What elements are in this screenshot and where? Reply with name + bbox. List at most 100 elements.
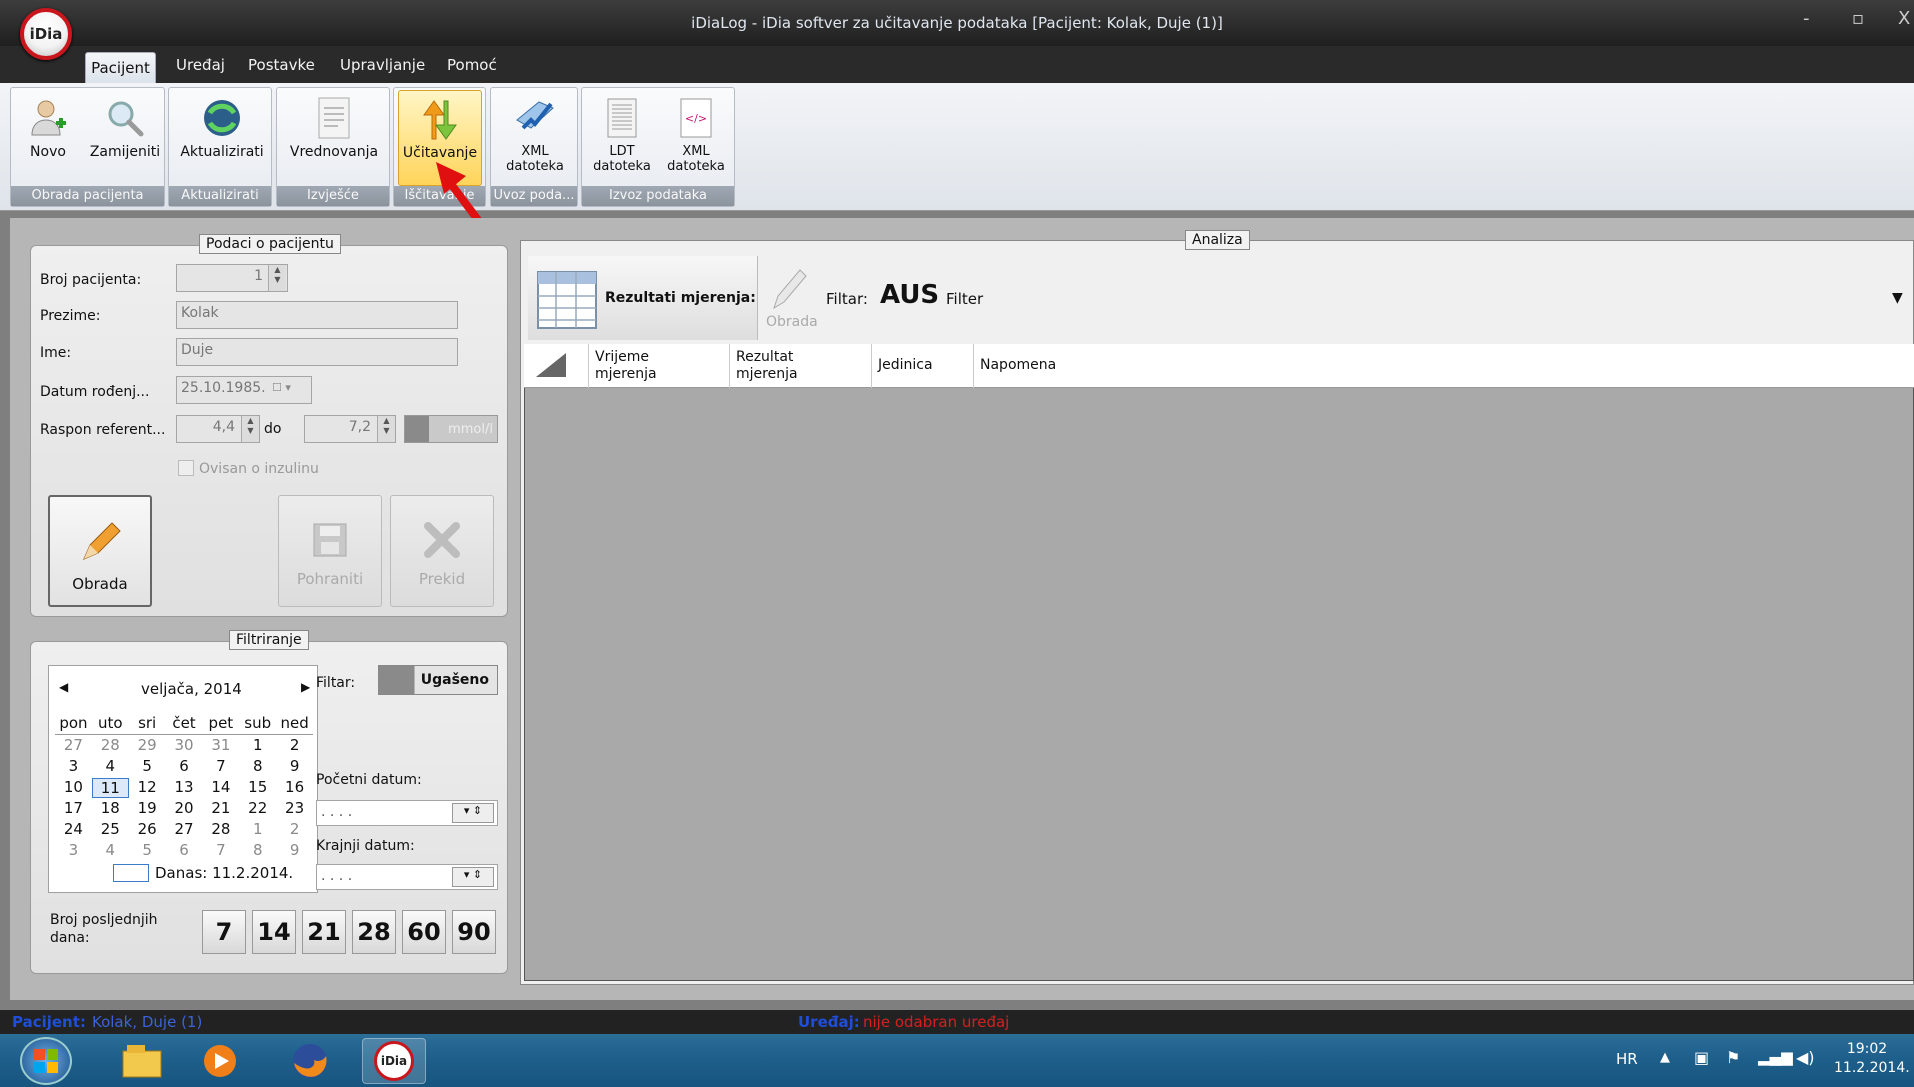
calendar-day[interactable]: 18 (92, 799, 129, 817)
calendar-today-label[interactable]: Danas: 11.2.2014. (155, 864, 293, 882)
calendar-day[interactable]: 6 (166, 841, 203, 859)
calendar-day-today[interactable]: 11 (91, 778, 129, 798)
calendar-day[interactable]: 28 (202, 820, 239, 838)
calendar-day[interactable]: 19 (129, 799, 166, 817)
column-header-rezultat[interactable]: Rezultat mjerenja (730, 344, 872, 388)
calendar-dropdown-icon[interactable]: ☐ ▾ (272, 381, 306, 399)
calendar-day[interactable]: 28 (92, 736, 129, 754)
raspon-to-spinner[interactable]: ▲ ▼ (377, 416, 395, 442)
tray-expand-icon[interactable]: ▲ (1660, 1050, 1670, 1065)
days-21-button[interactable]: 21 (302, 910, 346, 954)
clock[interactable]: 19:02 11.2.2014. (1834, 1040, 1910, 1078)
minimize-button[interactable]: - (1803, 8, 1810, 29)
results-grid[interactable] (524, 344, 1914, 981)
calendar-day[interactable]: 8 (239, 841, 276, 859)
menu-postavke[interactable]: Postavke (248, 56, 315, 74)
firefox-taskbar-icon[interactable] (278, 1038, 342, 1084)
maximize-button[interactable]: ▫ (1852, 8, 1864, 29)
pohraniti-button[interactable]: Pohraniti (278, 495, 382, 607)
grid-select-all[interactable] (524, 344, 589, 388)
calendar-day[interactable]: 23 (276, 799, 313, 817)
calendar-day[interactable]: 27 (166, 820, 203, 838)
calendar-day[interactable]: 21 (202, 799, 239, 817)
calendar-prev-icon[interactable]: ◀ (59, 680, 68, 694)
calendar-day[interactable]: 14 (202, 778, 239, 798)
calendar-day[interactable]: 3 (55, 841, 92, 859)
menu-pacijent[interactable]: Pacijent (85, 52, 156, 84)
calendar-day[interactable]: 8 (239, 757, 276, 775)
network-tray-icon[interactable]: ▣ (1694, 1048, 1709, 1067)
analiza-filtar-value[interactable]: AUS (880, 280, 939, 310)
calendar-day[interactable]: 10 (55, 778, 92, 798)
xml-import-button[interactable]: XML datoteka (497, 96, 573, 186)
calendar-day[interactable]: 31 (202, 736, 239, 754)
days-28-button[interactable]: 28 (352, 910, 396, 954)
action-center-flag-icon[interactable]: ⚑ (1726, 1048, 1740, 1067)
ldt-export-button[interactable]: LDT datoteka (586, 96, 658, 186)
prezime-field[interactable]: Kolak (176, 301, 458, 329)
calendar-day[interactable]: 7 (202, 757, 239, 775)
menu-uredaj[interactable]: Uređaj (176, 56, 225, 74)
days-60-button[interactable]: 60 (402, 910, 446, 954)
menu-upravljanje[interactable]: Upravljanje (340, 56, 425, 74)
prekid-button[interactable]: Prekid (390, 495, 494, 607)
xml-export-button[interactable]: </> XML datoteka (660, 96, 732, 186)
calendar-day[interactable]: 6 (166, 757, 203, 775)
calendar-day[interactable]: 4 (92, 841, 129, 859)
column-header-vrijeme[interactable]: Vrijeme mjerenja (589, 344, 730, 388)
calendar-day[interactable]: 2 (276, 820, 313, 838)
calendar[interactable]: ◀ veljača, 2014 ▶ pon uto sri čet pet su… (48, 665, 318, 893)
signal-tray-icon[interactable]: ▂▄▆ (1758, 1048, 1793, 1066)
calendar-day[interactable]: 9 (276, 841, 313, 859)
media-player-taskbar-icon[interactable] (188, 1038, 252, 1084)
calendar-month-label[interactable]: veljača, 2014 (141, 680, 242, 698)
calendar-day[interactable]: 26 (129, 820, 166, 838)
days-14-button[interactable]: 14 (252, 910, 296, 954)
menu-pomoc[interactable]: Pomoć (447, 56, 497, 74)
unit-toggle[interactable]: mmol/l (404, 415, 498, 443)
raspon-from-spinner[interactable]: ▲ ▼ (241, 416, 259, 442)
close-button[interactable]: X (1898, 8, 1910, 29)
calendar-day[interactable]: 24 (55, 820, 92, 838)
krajnji-dropdown-icon[interactable]: ▾ ⇕ (452, 867, 494, 887)
days-90-button[interactable]: 90 (452, 910, 496, 954)
calendar-day[interactable]: 4 (92, 757, 129, 775)
calendar-day[interactable]: 16 (276, 778, 313, 798)
calendar-day[interactable]: 9 (276, 757, 313, 775)
vrednovanja-button[interactable]: Vrednovanja (283, 96, 385, 186)
calendar-day[interactable]: 22 (239, 799, 276, 817)
calendar-day[interactable]: 1 (239, 820, 276, 838)
novo-button[interactable]: Novo (13, 96, 83, 186)
calendar-day[interactable]: 5 (129, 757, 166, 775)
calendar-day[interactable]: 25 (92, 820, 129, 838)
calendar-day[interactable]: 29 (129, 736, 166, 754)
broj-spinner[interactable]: ▲ ▼ (268, 265, 286, 291)
idia-taskbar-icon[interactable]: iDia (362, 1038, 426, 1084)
zamijeniti-button[interactable]: Zamijeniti (85, 96, 165, 186)
dropdown-arrow-icon[interactable]: ▼ (1892, 290, 1903, 306)
calendar-day[interactable]: 3 (55, 757, 92, 775)
calendar-day[interactable]: 20 (166, 799, 203, 817)
calendar-day[interactable]: 13 (166, 778, 203, 798)
obrada-pencil-icon[interactable] (766, 262, 810, 316)
column-header-jedinica[interactable]: Jedinica (872, 344, 974, 388)
column-header-napomena[interactable]: Napomena (974, 344, 1914, 388)
calendar-day[interactable]: 7 (202, 841, 239, 859)
calendar-day[interactable]: 2 (276, 736, 313, 754)
obrada-tab-label[interactable]: Obrada (766, 314, 818, 330)
pocetni-dropdown-icon[interactable]: ▾ ⇕ (452, 803, 494, 823)
calendar-day[interactable]: 17 (55, 799, 92, 817)
rezultati-tab[interactable]: Rezultati mjerenja: (528, 256, 758, 340)
volume-tray-icon[interactable]: ◀) (1796, 1048, 1815, 1067)
aktualizirati-button[interactable]: Aktualizirati (177, 96, 267, 186)
start-button[interactable] (20, 1037, 72, 1085)
days-7-button[interactable]: 7 (202, 910, 246, 954)
calendar-day[interactable]: 15 (239, 778, 276, 798)
calendar-day[interactable]: 30 (166, 736, 203, 754)
calendar-day[interactable]: 12 (129, 778, 166, 798)
filtar-toggle[interactable]: Ugašeno (378, 665, 498, 695)
calendar-day[interactable]: 1 (239, 736, 276, 754)
calendar-next-icon[interactable]: ▶ (301, 680, 310, 694)
ovisan-checkbox[interactable] (178, 460, 194, 476)
app-logo[interactable]: iDia (20, 8, 72, 60)
